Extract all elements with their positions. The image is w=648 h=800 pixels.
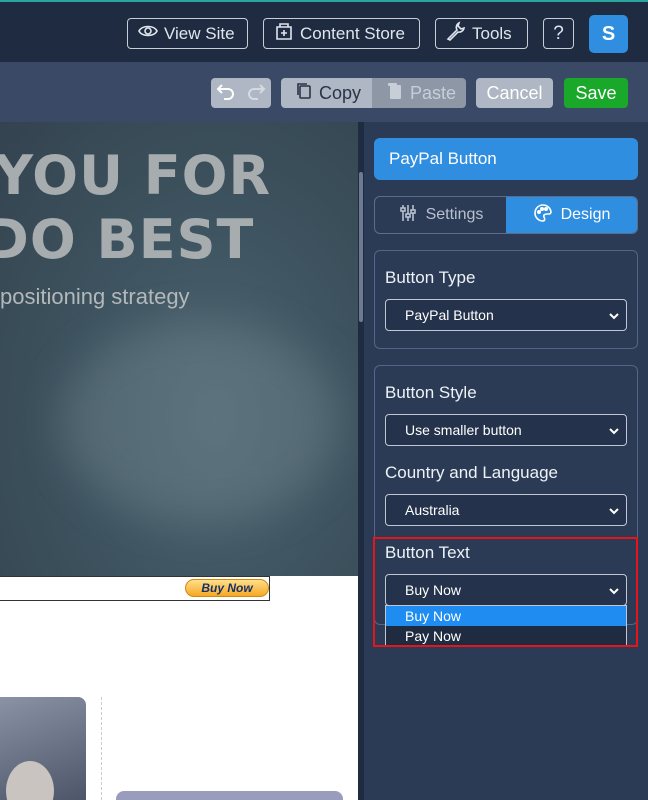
- country-language-label: Country and Language: [385, 463, 558, 482]
- paypal-buy-now-button[interactable]: Buy Now: [185, 579, 269, 597]
- panel-title: PayPal Button: [374, 138, 638, 180]
- content-store-button[interactable]: Content Store: [263, 18, 420, 49]
- tab-settings[interactable]: Settings: [375, 197, 506, 233]
- tab-design[interactable]: Design: [506, 197, 637, 233]
- cancel-button[interactable]: Cancel: [476, 78, 553, 108]
- undo-redo-group: [211, 78, 271, 108]
- highlight-box: [373, 537, 638, 647]
- undo-icon: [216, 81, 236, 106]
- wrench-icon: [446, 21, 466, 46]
- hero-section[interactable]: YOU FOR DO BEST positioning strategy: [0, 122, 358, 576]
- content-store-label: Content Store: [300, 23, 405, 43]
- page-canvas[interactable]: YOU FOR DO BEST positioning strategy Buy…: [0, 122, 360, 800]
- button-type-label: Button Type: [385, 268, 476, 287]
- column-divider: [101, 697, 102, 800]
- chevron-down-icon: [608, 504, 620, 516]
- button-style-select[interactable]: Use smaller button: [385, 414, 627, 446]
- copy-label: Copy: [319, 82, 362, 103]
- paste-button[interactable]: Paste: [372, 78, 466, 108]
- hero-subtitle: positioning strategy: [0, 284, 190, 309]
- palette-icon: [533, 203, 553, 228]
- person-photo: [0, 697, 86, 800]
- country-language-value: Australia: [405, 502, 460, 518]
- button-style-label: Button Style: [385, 383, 477, 402]
- redo-button[interactable]: [241, 78, 271, 108]
- paypal-button-block[interactable]: Buy Now: [0, 576, 270, 601]
- eye-icon: [138, 21, 158, 46]
- chevron-down-icon: [608, 424, 620, 436]
- view-site-label: View Site: [164, 23, 235, 43]
- canvas-scroll-thumb[interactable]: [359, 172, 363, 322]
- copy-icon: [295, 82, 313, 105]
- tools-button[interactable]: Tools: [435, 18, 528, 49]
- tab-settings-label: Settings: [425, 206, 484, 223]
- store-icon: [274, 21, 294, 46]
- editor-toolbar: Copy Paste Cancel Save: [0, 62, 648, 122]
- properties-panel: PayPal Button Settings Design Button Typ…: [364, 122, 648, 800]
- undo-button[interactable]: [211, 78, 241, 108]
- tab-design-label: Design: [560, 206, 611, 223]
- tools-label: Tools: [472, 23, 512, 43]
- copy-button[interactable]: Copy: [281, 78, 372, 108]
- hero-heading-line2: DO BEST: [0, 208, 255, 271]
- button-type-select[interactable]: PayPal Button: [385, 299, 627, 331]
- avatar[interactable]: S: [589, 15, 628, 53]
- panel-tabs: Settings Design: [374, 196, 638, 234]
- content-card: [116, 791, 343, 800]
- button-type-group: Button Type PayPal Button: [374, 250, 638, 349]
- save-button[interactable]: Save: [564, 78, 628, 108]
- redo-icon: [246, 81, 266, 106]
- paste-icon: [386, 82, 404, 105]
- chevron-down-icon: [608, 309, 620, 321]
- paste-label: Paste: [410, 82, 457, 103]
- hero-heading-line1: YOU FOR: [0, 144, 272, 207]
- view-site-button[interactable]: View Site: [127, 18, 248, 49]
- country-language-select[interactable]: Australia: [385, 494, 627, 526]
- button-style-value: Use smaller button: [405, 422, 522, 438]
- button-type-value: PayPal Button: [405, 307, 494, 323]
- sliders-icon: [398, 203, 418, 228]
- help-button[interactable]: ?: [543, 18, 574, 49]
- top-bar: View Site Content Store Tools ? S: [0, 0, 648, 62]
